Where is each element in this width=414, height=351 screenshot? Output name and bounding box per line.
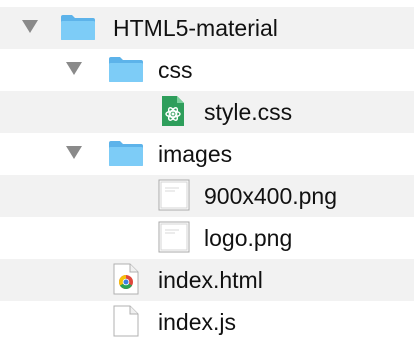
tree-item-label: HTML5-material (113, 15, 278, 41)
folder-icon (60, 13, 96, 46)
tree-item-label: index.js (158, 309, 236, 335)
tree-item-label: style.css (204, 99, 293, 125)
image-file-icon (158, 179, 190, 216)
tree-item-label: logo.png (204, 225, 293, 251)
blank-file-icon (113, 305, 139, 342)
disclosure-triangle-expanded-icon[interactable] (66, 146, 82, 159)
tree-row-css[interactable]: css (0, 49, 414, 91)
tree-row-html5-material[interactable]: HTML5-material (0, 7, 414, 49)
image-file-icon (158, 221, 190, 258)
tree-item-label: 900x400.png (204, 183, 338, 209)
disclosure-triangle-expanded-icon[interactable] (66, 62, 82, 75)
file-tree: HTML5-material css style.css images 900x… (0, 0, 414, 351)
tree-row-images[interactable]: images (0, 133, 414, 175)
chrome-html-file-icon (113, 263, 139, 300)
tree-row-logo-png[interactable]: logo.png (0, 217, 414, 259)
tree-row-index-js[interactable]: index.js (0, 301, 414, 343)
tree-item-label: images (158, 141, 233, 167)
css-file-icon (160, 95, 186, 132)
tree-item-label: css (158, 57, 193, 83)
tree-item-label: index.html (158, 267, 263, 293)
tree-row-style-css[interactable]: style.css (0, 91, 414, 133)
tree-row-index-html[interactable]: index.html (0, 259, 414, 301)
folder-icon (108, 55, 144, 88)
tree-row-900x400-png[interactable]: 900x400.png (0, 175, 414, 217)
folder-icon (108, 139, 144, 172)
disclosure-triangle-expanded-icon[interactable] (22, 20, 38, 33)
